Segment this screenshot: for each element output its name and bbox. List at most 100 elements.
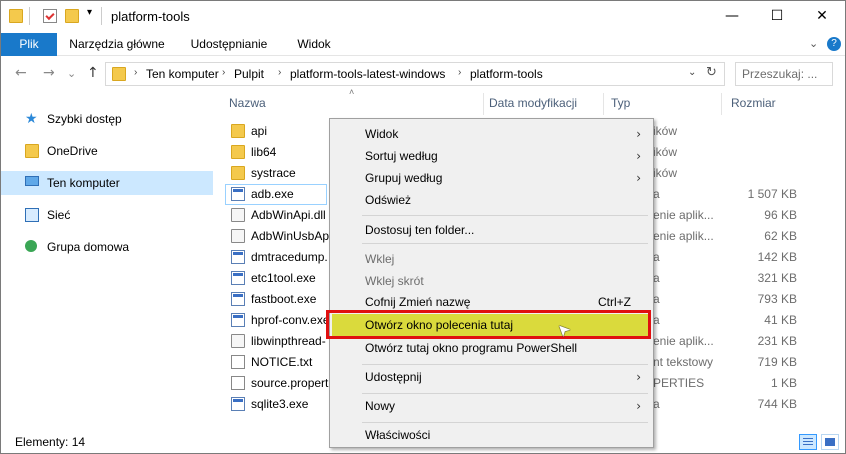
tab-file[interactable]: Plik bbox=[1, 33, 57, 56]
column-size[interactable]: Rozmiar bbox=[731, 96, 776, 110]
tab-share[interactable]: Udostępnianie bbox=[181, 33, 277, 56]
menu-item-label: Odśwież bbox=[365, 193, 412, 207]
file-size: 1 KB bbox=[770, 376, 797, 390]
column-divider[interactable] bbox=[721, 93, 722, 115]
tab-view[interactable]: Widok bbox=[285, 33, 343, 56]
menu-item-sort-by[interactable]: Sortuj według › bbox=[332, 145, 651, 167]
dll-icon bbox=[231, 208, 245, 222]
column-type[interactable]: Typ bbox=[611, 96, 630, 110]
context-menu: Widok › Sortuj według › Grupuj według › Odś… bbox=[329, 118, 654, 448]
ribbon-tabs: Plik Narzędzia główne Udostępnianie Wido… bbox=[1, 33, 845, 56]
breadcrumb-separator-icon: › bbox=[222, 67, 226, 78]
address-dropdown-icon[interactable]: ⌄ bbox=[688, 67, 696, 78]
menu-separator bbox=[362, 215, 648, 216]
file-type: ików bbox=[653, 145, 678, 159]
column-divider[interactable] bbox=[483, 93, 484, 115]
file-type: enie aplik... bbox=[653, 229, 714, 243]
file-type: nt tekstowy bbox=[653, 355, 714, 369]
search-input[interactable]: Przeszukaj: ... bbox=[742, 67, 817, 81]
file-name: hprof-conv.exe bbox=[251, 313, 330, 327]
file-name: sqlite3.exe bbox=[251, 397, 309, 411]
menu-item-customize-folder[interactable]: Dostosuj ten folder... bbox=[332, 219, 651, 241]
menu-separator bbox=[362, 422, 648, 423]
minimize-button[interactable]: — bbox=[709, 1, 755, 32]
menu-separator bbox=[362, 393, 648, 394]
new-folder-icon[interactable] bbox=[65, 9, 79, 23]
folder-icon bbox=[231, 124, 245, 138]
column-modified[interactable]: Data modyfikacji bbox=[489, 96, 577, 110]
breadcrumb-item[interactable]: platform-tools bbox=[470, 67, 543, 81]
details-view-button[interactable] bbox=[799, 434, 817, 450]
back-button[interactable]: ← bbox=[15, 65, 27, 81]
sidebar-item-quick-access[interactable]: ★ Szybki dostęp bbox=[1, 107, 213, 131]
menu-item-label: Udostępnij bbox=[365, 370, 422, 384]
file-name: api bbox=[251, 124, 268, 138]
sidebar-item-this-pc[interactable]: Ten komputer bbox=[1, 171, 213, 195]
up-button[interactable]: ↑ bbox=[87, 65, 99, 81]
menu-item-label: Grupuj według bbox=[365, 171, 443, 185]
column-name[interactable]: Nazwa bbox=[229, 96, 266, 110]
breadcrumb-item[interactable]: Ten komputer bbox=[146, 67, 219, 81]
refresh-button[interactable]: ↻ bbox=[706, 65, 717, 80]
customize-qa-chevron-icon[interactable]: ▾ bbox=[87, 7, 92, 18]
file-size: 231 KB bbox=[757, 334, 797, 348]
address-bar[interactable]: › Ten komputer › Pulpit › platform-tools… bbox=[105, 62, 725, 86]
folder-icon bbox=[112, 67, 126, 81]
star-icon: ★ bbox=[25, 111, 38, 127]
menu-item-label: Cofnij Zmień nazwę bbox=[365, 295, 471, 309]
file-size: 142 KB bbox=[757, 250, 797, 264]
exe-icon bbox=[231, 313, 245, 327]
submenu-arrow-icon: › bbox=[636, 399, 641, 413]
file-size: 793 KB bbox=[757, 292, 797, 306]
menu-item-view[interactable]: Widok › bbox=[332, 123, 651, 145]
menu-item-new[interactable]: Nowy › bbox=[332, 395, 651, 417]
search-box[interactable]: Przeszukaj: ... bbox=[735, 62, 833, 86]
menu-item-properties[interactable]: Właściwości bbox=[332, 424, 651, 446]
item-count: Elementy: 14 bbox=[15, 435, 86, 449]
menu-item-label: Wklej skrót bbox=[365, 274, 424, 288]
menu-item-refresh[interactable]: Odśwież bbox=[332, 189, 651, 211]
properties-icon[interactable] bbox=[43, 9, 57, 23]
file-name: adb.exe bbox=[251, 187, 294, 201]
sidebar-item-homegroup[interactable]: Grupa domowa bbox=[1, 235, 213, 259]
file-type: enie aplik... bbox=[653, 334, 714, 348]
file-name: AdbWinApi.dll bbox=[251, 208, 326, 222]
file-size: 744 KB bbox=[757, 397, 797, 411]
exe-icon bbox=[231, 292, 245, 306]
file-icon bbox=[231, 376, 245, 390]
dll-icon bbox=[231, 334, 245, 348]
file-name: dmtracedump. bbox=[251, 250, 328, 264]
help-icon[interactable]: ? bbox=[827, 37, 841, 51]
breadcrumb-item[interactable]: platform-tools-latest-windows bbox=[290, 67, 445, 81]
file-size: 96 KB bbox=[764, 208, 797, 222]
sort-ascending-icon: ˄ bbox=[349, 87, 355, 97]
homegroup-icon bbox=[25, 240, 37, 252]
dll-icon bbox=[231, 229, 245, 243]
menu-item-open-powershell[interactable]: Otwórz tutaj okno programu PowerShell bbox=[332, 337, 651, 359]
exe-icon bbox=[231, 271, 245, 285]
forward-button[interactable]: → bbox=[43, 65, 55, 81]
close-button[interactable]: ✕ bbox=[799, 1, 845, 32]
recent-locations-icon[interactable]: ⌄ bbox=[67, 67, 76, 80]
tab-home[interactable]: Narzędzia główne bbox=[61, 33, 173, 56]
file-type: a bbox=[653, 187, 660, 201]
folder-icon bbox=[231, 166, 245, 180]
sidebar-item-onedrive[interactable]: OneDrive bbox=[1, 139, 213, 163]
breadcrumb-item[interactable]: Pulpit bbox=[234, 67, 264, 81]
file-size: 1 507 KB bbox=[747, 187, 797, 201]
large-icons-view-button[interactable] bbox=[821, 434, 839, 450]
sidebar-item-label: Szybki dostęp bbox=[47, 112, 122, 126]
sidebar-item-network[interactable]: Sieć bbox=[1, 203, 213, 227]
expand-ribbon-icon[interactable]: ⌄ bbox=[809, 37, 818, 50]
maximize-button[interactable]: ☐ bbox=[754, 1, 800, 32]
menu-item-share[interactable]: Udostępnij › bbox=[332, 366, 651, 388]
sidebar-item-label: OneDrive bbox=[47, 144, 98, 158]
navigation-bar: ← → ⌄ ↑ › Ten komputer › Pulpit › platfo… bbox=[1, 57, 845, 91]
text-file-icon bbox=[231, 355, 245, 369]
column-divider[interactable] bbox=[603, 93, 604, 115]
menu-item-label: Wklej bbox=[365, 252, 395, 266]
details-view-icon bbox=[803, 438, 813, 439]
sidebar-item-label: Sieć bbox=[47, 208, 71, 222]
menu-item-group-by[interactable]: Grupuj według › bbox=[332, 167, 651, 189]
file-type: a bbox=[653, 313, 660, 327]
